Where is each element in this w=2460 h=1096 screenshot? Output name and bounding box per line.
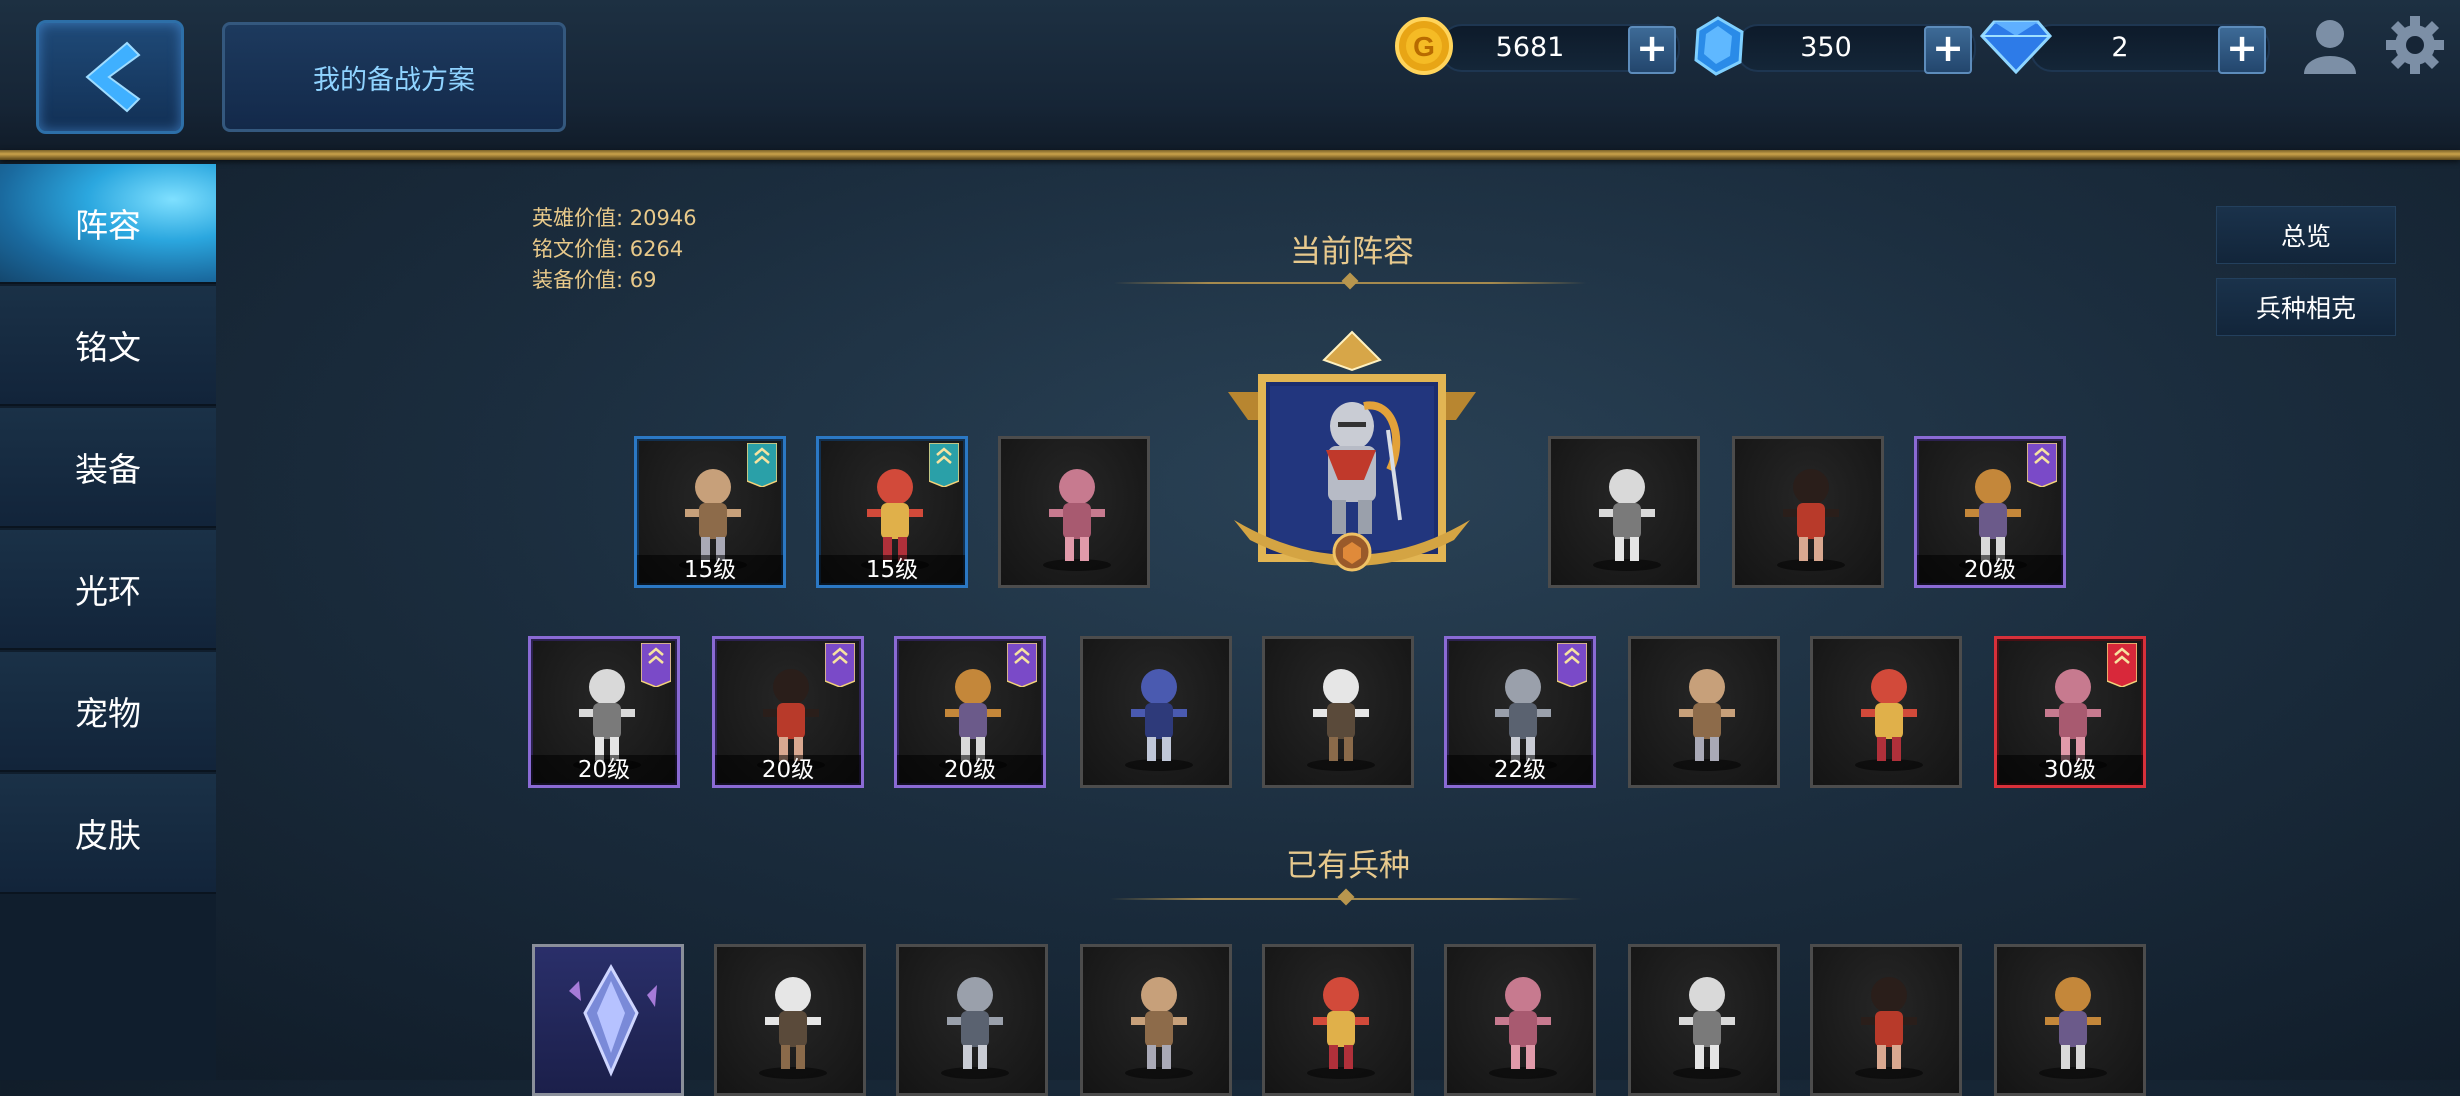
unit-card[interactable]: 20级 xyxy=(1914,436,2066,588)
sidebar-item-label: 皮肤 xyxy=(75,816,141,855)
top-bar-divider xyxy=(0,150,2460,160)
unit-card[interactable] xyxy=(998,436,1150,588)
sidebar-item-label: 宠物 xyxy=(75,694,141,733)
unit-sprite xyxy=(1593,469,1661,571)
sidebar-item-pets[interactable]: 宠物 xyxy=(0,652,216,772)
rank-badge-icon xyxy=(641,643,671,687)
unit-level-label: 20级 xyxy=(715,755,861,785)
owned-units-title: 已有兵种 xyxy=(1286,848,1410,884)
gear-icon[interactable] xyxy=(2384,14,2446,76)
svg-text:G: G xyxy=(1413,31,1435,62)
unit-sprite xyxy=(1043,469,1111,571)
unit-card[interactable] xyxy=(1810,944,1962,1096)
rank-badge-icon xyxy=(825,643,855,687)
unit-sprite xyxy=(1125,977,1193,1079)
unit-sprite xyxy=(941,977,1009,1079)
sidebar-item-lineup[interactable]: 阵容 xyxy=(0,164,216,284)
crystal-icon xyxy=(1694,16,1744,76)
sidebar-item-runes[interactable]: 铭文 xyxy=(0,286,216,406)
unit-card[interactable] xyxy=(1628,944,1780,1096)
chevron-left-icon xyxy=(85,41,141,113)
rune-value-text: 铭文价值: 6264 xyxy=(532,237,684,261)
unit-card[interactable] xyxy=(1994,944,2146,1096)
current-lineup-title: 当前阵容 xyxy=(1290,234,1414,270)
sidebar-item-label: 光环 xyxy=(75,572,141,611)
unit-level-label: 22级 xyxy=(1447,755,1593,785)
unit-sprite xyxy=(1855,977,1923,1079)
unit-card[interactable] xyxy=(532,944,684,1096)
unit-card[interactable] xyxy=(1080,636,1232,788)
sidebar-item-label: 阵容 xyxy=(75,206,141,245)
diamond-counter: 2 + xyxy=(2030,24,2270,74)
unit-sprite xyxy=(1855,669,1923,771)
sidebar: 阵容 铭文 装备 光环 宠物 皮肤 xyxy=(0,164,216,1080)
unit-card[interactable] xyxy=(1444,944,1596,1096)
unit-card[interactable]: 15级 xyxy=(634,436,786,588)
gold-coin-icon: G xyxy=(1395,17,1453,75)
gold-counter: 5681 + xyxy=(1440,24,1680,74)
add-gold-button[interactable]: + xyxy=(1628,26,1676,74)
unit-sprite xyxy=(759,977,827,1079)
unit-level-label: 15级 xyxy=(819,555,965,585)
rank-badge-icon xyxy=(1007,643,1037,687)
add-diamond-button[interactable]: + xyxy=(2218,26,2266,74)
unit-sprite xyxy=(1673,977,1741,1079)
unit-card[interactable] xyxy=(896,944,1048,1096)
unit-counter-button[interactable]: 兵种相克 xyxy=(2216,278,2396,336)
unit-sprite xyxy=(1489,977,1557,1079)
unit-card[interactable]: 20级 xyxy=(528,636,680,788)
unit-card[interactable] xyxy=(1810,636,1962,788)
rank-badge-icon xyxy=(747,443,777,487)
unit-card[interactable]: 30级 xyxy=(1994,636,2146,788)
unit-card[interactable]: 20级 xyxy=(712,636,864,788)
unit-card[interactable] xyxy=(714,944,866,1096)
equip-value-text: 装备价值: 69 xyxy=(532,268,657,292)
unit-sprite xyxy=(1307,977,1375,1079)
hero-value-text: 英雄价值: 20946 xyxy=(532,206,697,230)
unit-card[interactable] xyxy=(1732,436,1884,588)
sidebar-item-label: 铭文 xyxy=(75,328,141,367)
unit-level-label: 30级 xyxy=(1997,755,2143,785)
unit-card[interactable] xyxy=(1548,436,1700,588)
sidebar-item-aura[interactable]: 光环 xyxy=(0,530,216,650)
crystal-counter: 350 + xyxy=(1736,24,1976,74)
sidebar-item-skins[interactable]: 皮肤 xyxy=(0,774,216,894)
battle-plan-button[interactable]: 我的备战方案 xyxy=(222,22,566,132)
overview-button[interactable]: 总览 xyxy=(2216,206,2396,264)
crystal-unit-icon xyxy=(569,963,657,1077)
unit-level-label: 15级 xyxy=(637,555,783,585)
unit-sprite xyxy=(1307,669,1375,771)
sidebar-item-label: 装备 xyxy=(75,450,141,489)
diamond-value: 2 xyxy=(2111,32,2129,63)
unit-card[interactable]: 15级 xyxy=(816,436,968,588)
unit-level-label: 20级 xyxy=(897,755,1043,785)
rank-badge-icon xyxy=(2027,443,2057,487)
unit-sprite xyxy=(1125,669,1193,771)
crystal-value: 350 xyxy=(1800,32,1852,63)
rank-badge-icon xyxy=(1557,643,1587,687)
unit-card[interactable]: 22级 xyxy=(1444,636,1596,788)
unit-card[interactable] xyxy=(1262,944,1414,1096)
gold-value: 5681 xyxy=(1495,32,1565,63)
back-button[interactable] xyxy=(36,20,184,134)
unit-card[interactable]: 20级 xyxy=(894,636,1046,788)
unit-sprite xyxy=(1673,669,1741,771)
unit-sprite xyxy=(2039,977,2107,1079)
profile-icon[interactable] xyxy=(2300,16,2360,74)
unit-card[interactable] xyxy=(1628,636,1780,788)
unit-sprite xyxy=(1777,469,1845,571)
unit-card[interactable] xyxy=(1262,636,1414,788)
leader-hero-emblem[interactable] xyxy=(1204,330,1500,582)
diamond-icon xyxy=(1980,20,2052,74)
add-crystal-button[interactable]: + xyxy=(1924,26,1972,74)
current-lineup-divider xyxy=(1114,272,1586,290)
unit-level-label: 20级 xyxy=(1917,555,2063,585)
unit-card[interactable] xyxy=(1080,944,1232,1096)
sidebar-item-equipment[interactable]: 装备 xyxy=(0,408,216,528)
rank-badge-icon xyxy=(2107,643,2137,687)
owned-units-divider xyxy=(1110,888,1582,906)
rank-badge-icon xyxy=(929,443,959,487)
unit-level-label: 20级 xyxy=(531,755,677,785)
